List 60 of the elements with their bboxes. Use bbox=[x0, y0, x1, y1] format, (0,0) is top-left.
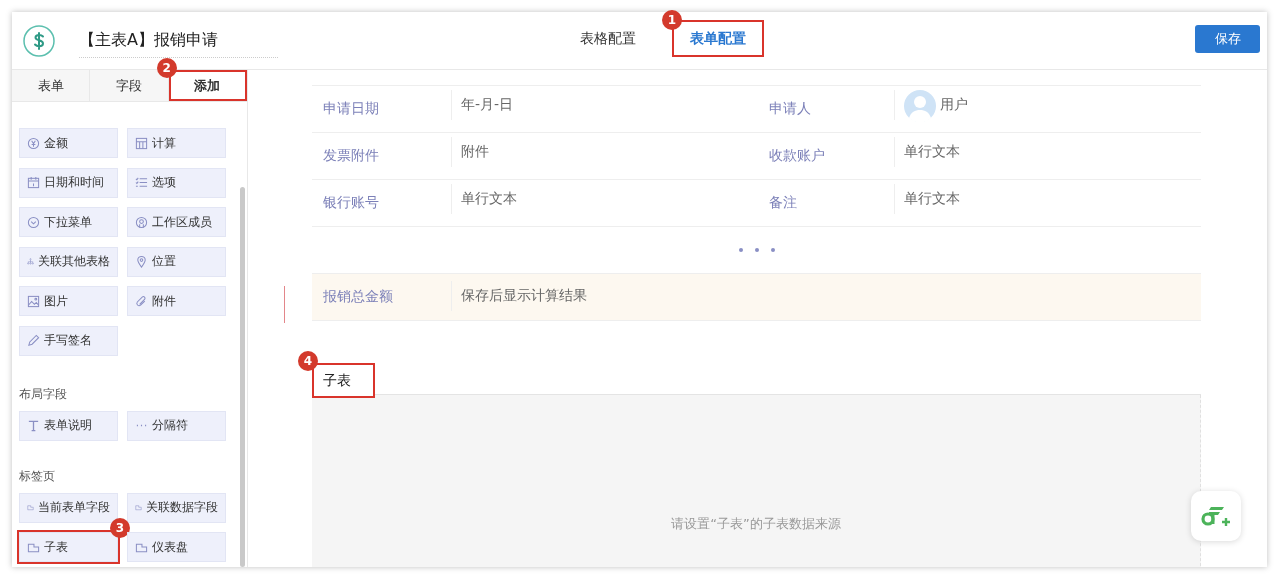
field-type-button[interactable]: 当前表单字段 bbox=[19, 492, 118, 523]
tree-icon bbox=[27, 255, 34, 268]
field-type-button[interactable]: 子表 bbox=[19, 532, 118, 562]
field-label: 申请人 bbox=[768, 100, 812, 118]
empty-hint: 请设置“子表”的子表数据来源 bbox=[671, 515, 841, 533]
chevron-icon bbox=[27, 215, 40, 229]
field-value: 单行文本 bbox=[461, 190, 517, 208]
pin-icon bbox=[135, 255, 148, 268]
field-type-button[interactable]: 手写签名 bbox=[19, 325, 118, 356]
more-icon[interactable] bbox=[737, 247, 777, 253]
field-label: 申请日期 bbox=[322, 100, 380, 118]
field-type-button[interactable]: 金额 bbox=[19, 128, 118, 158]
add-icon bbox=[1200, 504, 1232, 528]
field-label: 报销总金额 bbox=[322, 288, 394, 306]
calendar-icon bbox=[27, 176, 40, 189]
field-value: 单行文本 bbox=[904, 190, 960, 208]
step-badge: 4 bbox=[298, 351, 318, 371]
field-value: 附件 bbox=[461, 143, 489, 161]
field-type-button[interactable]: 仪表盘 bbox=[127, 532, 226, 562]
field-type-button[interactable]: 附件 bbox=[127, 286, 226, 316]
scrollbar[interactable] bbox=[240, 187, 245, 567]
field-value: 用户 bbox=[940, 96, 968, 114]
subtable-tab[interactable]: 子表 bbox=[312, 363, 375, 398]
section-heading: 标签页 bbox=[19, 467, 56, 484]
list-icon bbox=[135, 176, 148, 189]
text-icon bbox=[27, 419, 40, 432]
dollar-icon bbox=[23, 24, 55, 57]
floating-button[interactable] bbox=[1191, 491, 1241, 541]
image-icon bbox=[27, 294, 40, 308]
field-value: 单行文本 bbox=[904, 143, 960, 161]
field-type-button[interactable]: 位置 bbox=[127, 246, 226, 277]
field-type-button[interactable]: 分隔符 bbox=[127, 410, 226, 441]
field-value: 保存后显示计算结果 bbox=[461, 287, 587, 305]
section-heading: 布局字段 bbox=[19, 385, 68, 402]
save-button[interactable]: 保存 bbox=[1195, 25, 1260, 53]
step-badge: 1 bbox=[662, 10, 682, 30]
person-icon bbox=[135, 215, 148, 229]
field-type-button[interactable]: 工作区成员 bbox=[127, 207, 226, 237]
clip-icon bbox=[135, 294, 148, 308]
field-label: 备注 bbox=[768, 194, 798, 212]
field-label: 收款账户 bbox=[768, 147, 826, 165]
field-type-button[interactable]: 图片 bbox=[19, 286, 118, 316]
panel-tab[interactable]: 表单 bbox=[12, 70, 91, 101]
table-icon bbox=[135, 136, 148, 150]
yen-icon bbox=[27, 136, 40, 150]
config-tab[interactable]: 表格配置 bbox=[562, 20, 654, 57]
form-title: 【主表A】报销申请 bbox=[79, 29, 278, 58]
field-type-button[interactable]: 下拉菜单 bbox=[19, 207, 118, 237]
pen-icon bbox=[27, 334, 40, 347]
field-type-button[interactable]: 选项 bbox=[127, 167, 226, 198]
avatar-icon bbox=[904, 90, 936, 122]
field-type-button[interactable]: 计算 bbox=[127, 128, 226, 158]
field-type-button[interactable]: 关联其他表格 bbox=[19, 246, 118, 277]
field-label: 发票附件 bbox=[322, 147, 380, 165]
field-label: 银行账号 bbox=[322, 194, 380, 212]
field-value: 年-月-日 bbox=[461, 96, 514, 114]
field-type-button[interactable]: 表单说明 bbox=[19, 410, 118, 441]
field-type-button[interactable]: 日期和时间 bbox=[19, 167, 118, 198]
step-badge: 2 bbox=[156, 58, 177, 78]
field-type-button[interactable]: 关联数据字段 bbox=[127, 492, 226, 523]
